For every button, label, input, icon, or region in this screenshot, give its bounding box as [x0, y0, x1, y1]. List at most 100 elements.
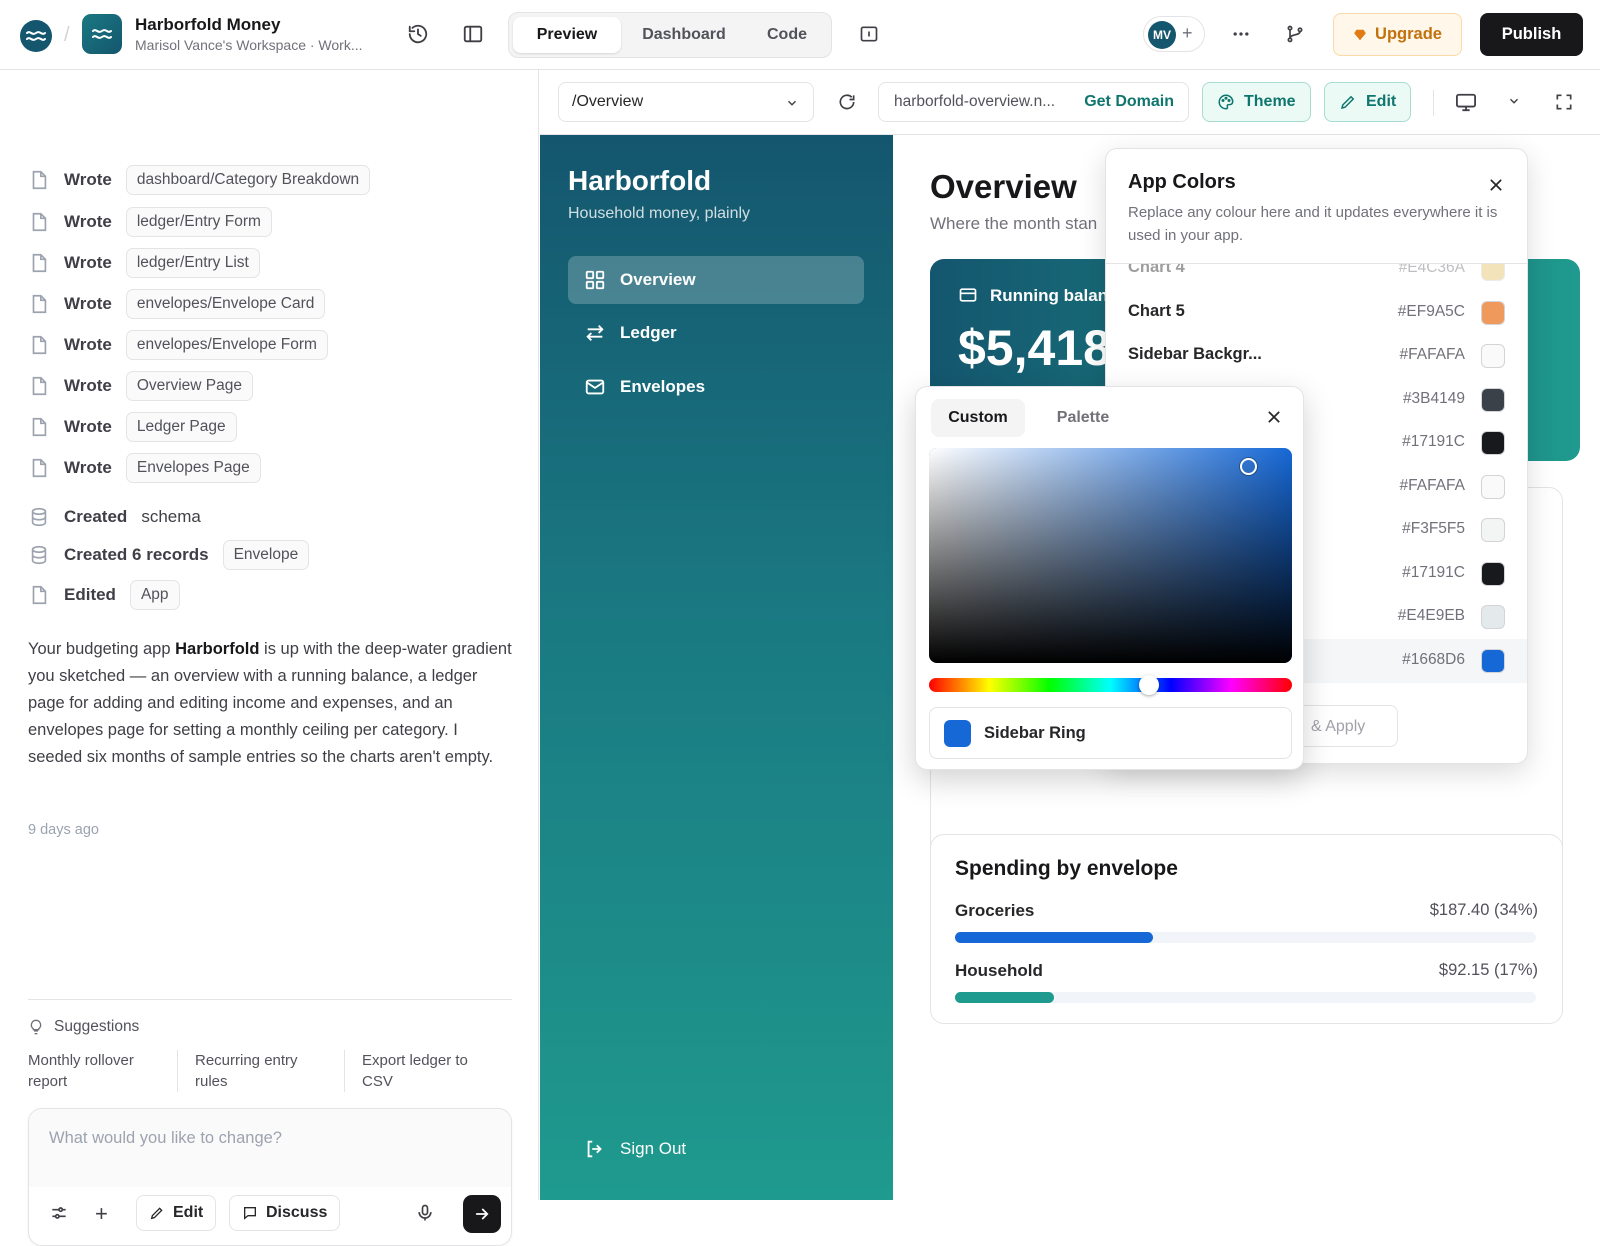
add-collaborator-icon[interactable]: +: [1182, 23, 1193, 44]
nav-envelopes[interactable]: Envelopes: [568, 363, 864, 411]
file-icon: [28, 457, 50, 479]
color-swatch[interactable]: [1481, 387, 1505, 412]
activity-target[interactable]: App: [129, 580, 180, 610]
activity-target[interactable]: ledger/Entry List: [125, 248, 260, 278]
file-icon: [28, 375, 50, 397]
settings-sliders-icon[interactable]: [49, 1203, 69, 1223]
route-select[interactable]: /Overview: [558, 82, 814, 122]
color-swatch[interactable]: [1481, 648, 1505, 673]
saturation-handle[interactable]: [1240, 458, 1257, 475]
tab-code[interactable]: Code: [747, 17, 827, 53]
envelope-icon: [585, 379, 605, 395]
color-swatch[interactable]: [1481, 300, 1505, 325]
history-icon[interactable]: [403, 19, 433, 49]
activity-target[interactable]: Ledger Page: [125, 412, 237, 442]
color-hex: #E4C36A: [1398, 259, 1465, 276]
nav-label: Overview: [620, 270, 696, 289]
workspace-logo[interactable]: [20, 20, 52, 52]
activity-item[interactable]: Created schema: [28, 501, 201, 533]
get-domain-button[interactable]: Get Domain: [1084, 93, 1174, 111]
divider: [177, 1050, 178, 1092]
suggestions-header: Suggestions: [28, 1018, 139, 1036]
color-swatch[interactable]: [1481, 264, 1505, 281]
activity-verb: Wrote: [64, 458, 112, 477]
close-icon[interactable]: [1266, 409, 1282, 425]
color-row[interactable]: Sidebar Backgr... #FAFAFA: [1106, 334, 1527, 378]
file-icon: [28, 334, 50, 356]
refresh-icon[interactable]: [837, 92, 857, 112]
saturation-area[interactable]: [929, 448, 1292, 663]
divider: [1106, 263, 1527, 264]
info-panel-icon[interactable]: [854, 19, 884, 49]
publish-button[interactable]: Publish: [1480, 13, 1583, 56]
project-name[interactable]: Harborfold Money: [135, 15, 280, 35]
send-button[interactable]: [463, 1195, 501, 1233]
activity-item[interactable]: Edited App: [28, 579, 180, 611]
color-row[interactable]: Chart 4 #E4C36A: [1106, 259, 1527, 291]
git-branch-icon[interactable]: [1280, 19, 1310, 49]
avatar[interactable]: MV: [1148, 21, 1176, 49]
activity-item[interactable]: Wrote Overview Page: [28, 370, 253, 402]
color-name: Chart 5: [1128, 301, 1185, 320]
activity-verb: Wrote: [64, 294, 112, 313]
pen-icon: [150, 1207, 163, 1220]
sign-out-button[interactable]: Sign Out: [568, 1125, 864, 1173]
theme-button[interactable]: Theme: [1202, 82, 1311, 122]
sidebar-toggle-icon[interactable]: [458, 19, 488, 49]
tab-preview[interactable]: Preview: [513, 17, 621, 53]
activity-item[interactable]: Wrote dashboard/Category Breakdown: [28, 164, 371, 196]
more-options-icon[interactable]: [1226, 19, 1256, 49]
color-swatch[interactable]: [1481, 431, 1505, 455]
suggestion-item[interactable]: Export ledger to CSV: [362, 1050, 502, 1092]
picker-tab-custom[interactable]: Custom: [931, 399, 1025, 437]
add-attachment-icon[interactable]: +: [95, 1201, 108, 1227]
envelope-amount: $92.15 (17%): [1438, 961, 1538, 979]
edit-mode-button[interactable]: Edit: [136, 1195, 217, 1231]
color-swatch[interactable]: [1481, 605, 1505, 629]
color-swatch[interactable]: [1481, 344, 1505, 368]
activity-item[interactable]: Wrote Ledger Page: [28, 411, 237, 443]
nav-overview[interactable]: Overview: [568, 256, 864, 304]
color-swatch[interactable]: [1481, 474, 1505, 499]
activity-target[interactable]: Overview Page: [125, 371, 253, 401]
discuss-mode-button[interactable]: Discuss: [229, 1195, 341, 1231]
activity-item[interactable]: Wrote Envelopes Page: [28, 452, 261, 484]
chat-input[interactable]: What would you like to change?: [29, 1109, 511, 1187]
activity-target[interactable]: Envelope: [222, 540, 310, 570]
picker-current-color: Sidebar Ring: [929, 707, 1292, 759]
hue-slider[interactable]: [929, 675, 1292, 695]
close-icon[interactable]: [1488, 177, 1504, 193]
edit-button[interactable]: Edit: [1324, 82, 1412, 122]
envelope-amount: $187.40 (34%): [1429, 901, 1538, 919]
activity-target[interactable]: envelopes/Envelope Form: [125, 330, 328, 360]
chevron-down-icon[interactable]: [1507, 94, 1521, 108]
suggestion-item[interactable]: Recurring entry rules: [195, 1050, 325, 1092]
activity-item[interactable]: Wrote ledger/Entry Form: [28, 206, 272, 238]
activity-target[interactable]: Envelopes Page: [125, 453, 261, 483]
activity-item[interactable]: Created 6 records Envelope: [28, 539, 310, 571]
picker-tab-palette[interactable]: Palette: [1036, 399, 1130, 437]
desktop-view-icon[interactable]: [1455, 92, 1477, 112]
activity-item[interactable]: Wrote envelopes/Envelope Form: [28, 329, 328, 361]
project-icon[interactable]: [82, 14, 122, 54]
tab-dashboard[interactable]: Dashboard: [625, 17, 743, 53]
apply-button[interactable]: & Apply: [1296, 705, 1398, 747]
color-swatch[interactable]: [1481, 561, 1505, 586]
fullscreen-icon[interactable]: [1554, 92, 1574, 112]
activity-target[interactable]: envelopes/Envelope Card: [125, 289, 326, 319]
hue-handle[interactable]: [1139, 675, 1159, 695]
suggestion-item[interactable]: Monthly rollover report: [28, 1050, 158, 1092]
color-swatch[interactable]: [1481, 518, 1505, 542]
color-row[interactable]: Chart 5 #EF9A5C: [1106, 291, 1527, 335]
workspace-name[interactable]: Marisol Vance's Workspace · Work...: [135, 37, 363, 53]
nav-ledger[interactable]: Ledger: [568, 309, 864, 357]
activity-item[interactable]: Wrote envelopes/Envelope Card: [28, 288, 326, 320]
activity-target[interactable]: ledger/Entry Form: [125, 207, 272, 237]
activity-target[interactable]: dashboard/Category Breakdown: [125, 165, 371, 195]
domain-url[interactable]: harborfold-overview.n...: [894, 93, 1055, 111]
microphone-icon[interactable]: [415, 1203, 435, 1223]
upgrade-button[interactable]: Upgrade: [1333, 13, 1462, 56]
collaborators[interactable]: MV +: [1143, 16, 1205, 52]
activity-target[interactable]: schema: [141, 507, 201, 527]
activity-item[interactable]: Wrote ledger/Entry List: [28, 247, 260, 279]
